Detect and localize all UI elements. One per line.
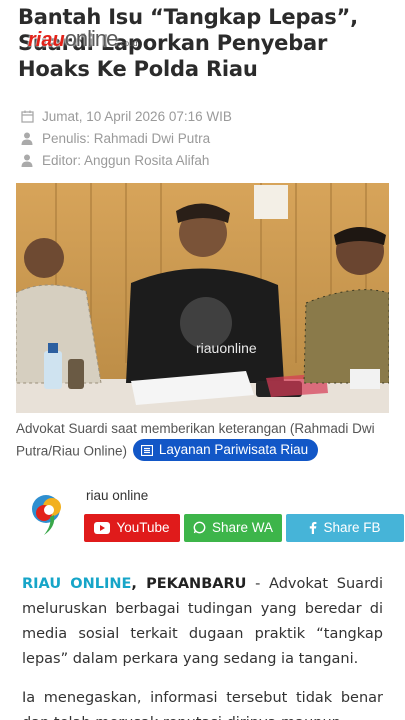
meta-editor: Editor: Anggun Rosita Alifah [20,149,385,171]
list-icon [140,444,153,456]
brand-link[interactable]: RIAU ONLINE [22,576,131,592]
share-account-name: riau online [86,487,149,503]
meta-date-text: Jumat, 10 April 2026 07:16 WIB [42,108,232,124]
riau-online-logo-icon [32,494,61,535]
photo-caption: Advokat Suardi saat memberikan keteranga… [0,413,405,462]
logo-riau-text: riau [28,29,65,51]
photo-illustration: riauonline [16,183,389,413]
whatsapp-icon [193,521,206,534]
youtube-button[interactable]: YouTube [84,513,180,542]
pariwisata-service-button[interactable]: Layanan Pariwisata Riau [132,439,319,461]
share-bar: riau online YouTube Share WA Share FB [0,462,405,542]
user-icon [20,131,34,145]
meta-date: Jumat, 10 April 2026 07:16 WIB [20,105,385,127]
article-paragraph: Ia menegaskan, informasi tersebut tidak … [22,689,383,720]
article-paragraph: RIAU ONLINE, PEKANBARU - Advokat Suardi … [22,572,383,672]
article-photo[interactable]: riauonline [16,183,389,413]
calendar-icon [20,109,34,123]
city-name: PEKANBARU [146,575,247,592]
photo-watermark: riauonline [196,340,257,356]
article-header: Bantah Isu “Tangkap Lepas”, Suardi Lapor… [0,0,405,100]
facebook-icon [309,521,317,534]
article-meta: Jumat, 10 April 2026 07:16 WIB Penulis: … [0,100,405,171]
pariwisata-label: Layanan Pariwisata Riau [158,442,309,457]
youtube-icon [94,521,111,534]
meta-author-text: Penulis: Rahmadi Dwi Putra [42,130,211,146]
share-wa-button[interactable]: Share WA [184,513,282,542]
share-wa-label: Share WA [211,520,274,535]
meta-author: Penulis: Rahmadi Dwi Putra [20,127,385,149]
article-body: RIAU ONLINE, PEKANBARU - Advokat Suardi … [0,542,405,720]
share-fb-label: Share FB [323,520,381,535]
user-icon [20,153,34,167]
meta-editor-text: Editor: Anggun Rosita Alifah [42,152,210,168]
logo-online-text: online [64,26,119,51]
dateline-city: , PEKANBARU [131,575,247,592]
site-logo[interactable]: riau online .co.id [28,26,138,52]
logo-domain-text: .co.id [118,39,138,48]
share-fb-button[interactable]: Share FB [286,513,404,542]
youtube-label: YouTube [116,520,170,535]
